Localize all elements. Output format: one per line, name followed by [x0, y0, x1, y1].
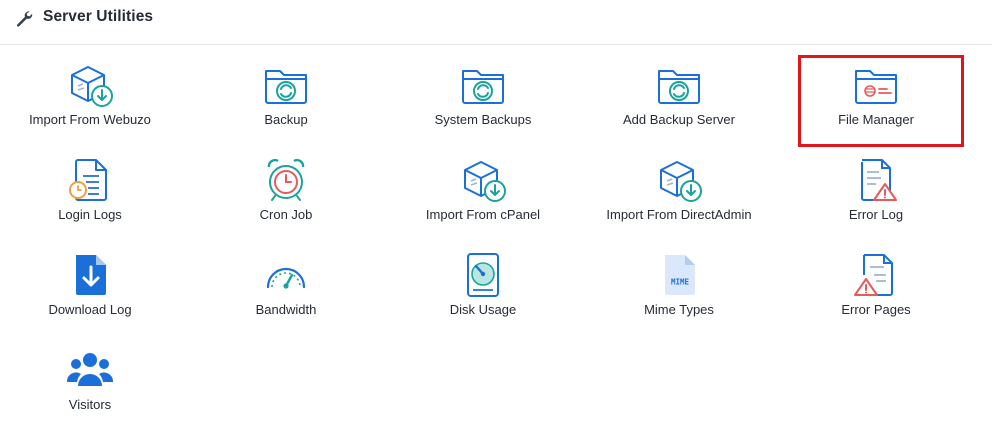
folder-sync-icon: [462, 70, 504, 104]
download-document-icon: [76, 255, 106, 295]
tile-label: Add Backup Server: [622, 112, 735, 127]
folder-sync-icon: [265, 70, 307, 104]
tile-label: Import From DirectAdmin: [606, 207, 752, 222]
users-icon: [66, 353, 114, 386]
tile-error-log[interactable]: Error Log: [786, 140, 966, 230]
mime-file-icon: MIME: [665, 255, 695, 295]
page-title: Server Utilities: [43, 8, 154, 25]
tile-error-pages[interactable]: Error Pages: [786, 235, 966, 325]
document-warning-icon: [861, 159, 897, 201]
tile-download-log[interactable]: Download Log: [0, 235, 180, 325]
tile-label: Download Log: [48, 302, 132, 317]
tile-label: Disk Usage: [449, 302, 517, 317]
tile-label: Login Logs: [58, 207, 122, 222]
tile-label: Backup: [264, 112, 308, 127]
tile-label: File Manager: [838, 112, 914, 127]
import-box-icon: [464, 161, 506, 202]
tile-system-backups[interactable]: System Backups: [393, 45, 573, 135]
tile-label: Cron Job: [259, 207, 313, 222]
hard-disk-icon: [467, 253, 499, 297]
tile-import-from-webuzo[interactable]: Import From Webuzo: [0, 45, 180, 135]
tile-label: Visitors: [68, 397, 112, 412]
tile-visitors[interactable]: Visitors: [0, 330, 180, 420]
tile-label: System Backups: [434, 112, 532, 127]
tile-bandwidth[interactable]: Bandwidth: [196, 235, 376, 325]
document-clock-icon: [69, 159, 107, 201]
tile-backup[interactable]: Backup: [196, 45, 376, 135]
import-box-icon: [71, 66, 113, 107]
import-box-icon: [660, 161, 702, 202]
folder-icon: [855, 70, 897, 104]
folder-sync-icon: [658, 70, 700, 104]
tile-label: Error Pages: [841, 302, 911, 317]
tile-cron-job[interactable]: Cron Job: [196, 140, 376, 230]
tile-mime-types[interactable]: MIME Mime Types: [589, 235, 769, 325]
tile-file-manager[interactable]: File Manager: [786, 45, 966, 135]
gauge-icon: [266, 267, 306, 289]
tile-import-from-directadmin[interactable]: Import From DirectAdmin: [589, 140, 769, 230]
tile-import-from-cpanel[interactable]: Import From cPanel: [393, 140, 573, 230]
section-header: Server Utilities: [0, 0, 992, 45]
tile-add-backup-server[interactable]: Add Backup Server: [589, 45, 769, 135]
alarm-clock-icon: [267, 158, 305, 201]
mime-label: MIME: [671, 278, 690, 287]
tile-disk-usage[interactable]: Disk Usage: [393, 235, 573, 325]
document-warning-icon: [854, 254, 893, 296]
tile-label: Bandwidth: [255, 302, 317, 317]
tile-login-logs[interactable]: Login Logs: [0, 140, 180, 230]
tile-label: Mime Types: [644, 302, 714, 317]
tile-label: Error Log: [848, 207, 904, 222]
tile-label: Import From cPanel: [425, 207, 541, 222]
wrench-icon: [16, 11, 33, 27]
tile-label: Import From Webuzo: [29, 112, 151, 127]
